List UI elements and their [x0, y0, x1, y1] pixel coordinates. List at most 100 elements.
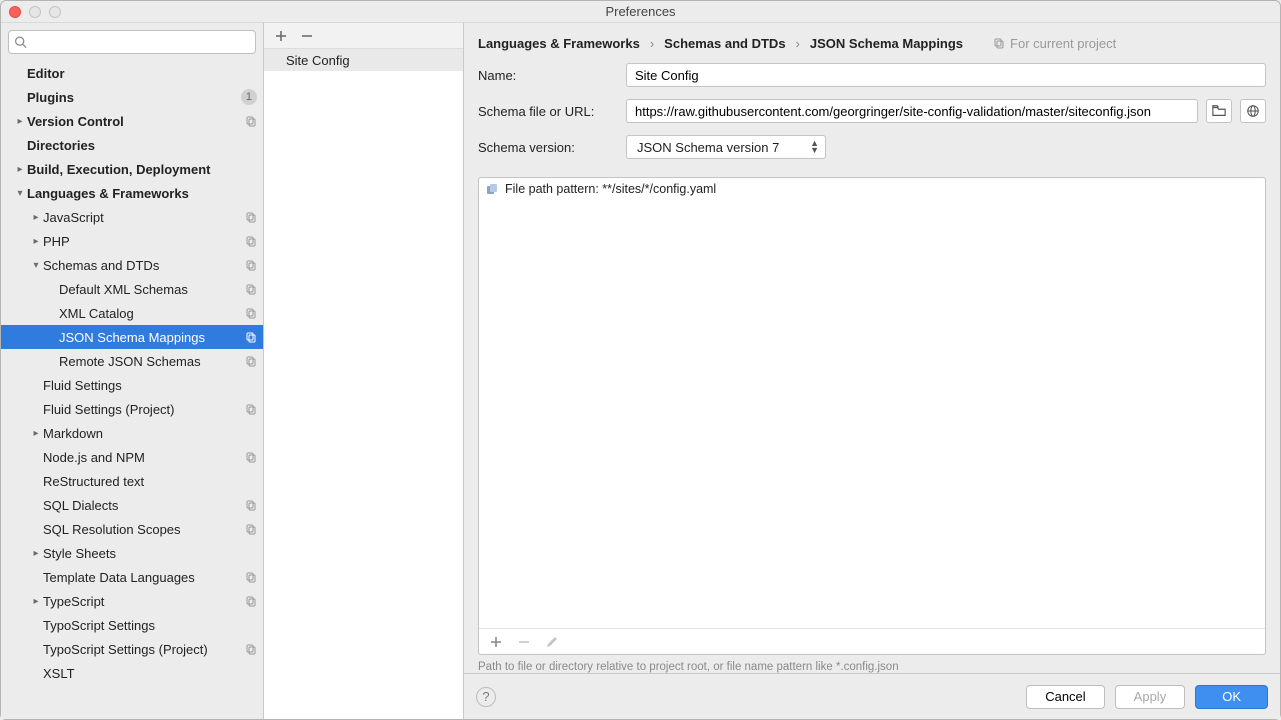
maximize-window-button[interactable]: [49, 6, 61, 18]
browse-file-button[interactable]: [1206, 99, 1232, 123]
chevron-right-icon: ▸: [13, 164, 27, 175]
chevron-down-icon: ▾: [13, 188, 27, 199]
tree-item-label: Markdown: [43, 426, 257, 441]
duplicate-icon: [245, 211, 257, 223]
tree-item-label: Fluid Settings (Project): [43, 402, 245, 417]
tree-item[interactable]: Remote JSON Schemas: [1, 349, 263, 373]
chevron-right-icon: ▸: [29, 596, 43, 607]
window-controls: [9, 6, 61, 18]
preferences-window: Preferences EditorPlugins1▸Version Contr…: [0, 0, 1281, 720]
tree-item[interactable]: XML Catalog: [1, 301, 263, 325]
schema-list-item[interactable]: Site Config: [264, 49, 463, 71]
tree-item-label: Remote JSON Schemas: [59, 354, 245, 369]
tree-item[interactable]: Template Data Languages: [1, 565, 263, 589]
file-patterns-panel: File path pattern: **/sites/*/config.yam…: [478, 177, 1266, 655]
tree-item[interactable]: ▸Style Sheets: [1, 541, 263, 565]
duplicate-icon: [245, 259, 257, 271]
details-panel: Languages & Frameworks › Schemas and DTD…: [464, 23, 1280, 719]
minimize-window-button[interactable]: [29, 6, 41, 18]
tree-item-label: SQL Dialects: [43, 498, 245, 513]
search-input[interactable]: [8, 30, 256, 54]
body: EditorPlugins1▸Version ControlDirectorie…: [1, 23, 1280, 719]
tree-item[interactable]: XSLT: [1, 661, 263, 685]
tree-item-label: Style Sheets: [43, 546, 257, 561]
tree-item-label: XSLT: [43, 666, 257, 681]
help-button[interactable]: ?: [476, 687, 496, 707]
tree-item[interactable]: ▸Version Control: [1, 109, 263, 133]
tree-item[interactable]: ▸Markdown: [1, 421, 263, 445]
breadcrumb-item[interactable]: Schemas and DTDs: [664, 36, 785, 51]
name-label: Name:: [478, 68, 618, 83]
tree-item[interactable]: Default XML Schemas: [1, 277, 263, 301]
breadcrumb-separator-icon: ›: [650, 36, 654, 51]
tree-item-label: Fluid Settings: [43, 378, 257, 393]
remove-schema-button[interactable]: [300, 29, 314, 43]
tree-item[interactable]: ▸JavaScript: [1, 205, 263, 229]
tree-item[interactable]: Fluid Settings: [1, 373, 263, 397]
tree-item-label: Default XML Schemas: [59, 282, 245, 297]
duplicate-icon: [245, 331, 257, 343]
duplicate-icon: [245, 571, 257, 583]
search-icon: [14, 36, 27, 49]
window-title: Preferences: [9, 4, 1272, 19]
tree-item-label: Build, Execution, Deployment: [27, 162, 257, 177]
tree-item[interactable]: TypoScript Settings (Project): [1, 637, 263, 661]
breadcrumb-item[interactable]: Languages & Frameworks: [478, 36, 640, 51]
download-schema-button[interactable]: [1240, 99, 1266, 123]
select-arrows-icon: ▲▼: [810, 140, 819, 154]
tree-item[interactable]: ReStructured text: [1, 469, 263, 493]
add-schema-button[interactable]: [274, 29, 288, 43]
tree-item-label: JavaScript: [43, 210, 245, 225]
duplicate-icon: [245, 283, 257, 295]
chevron-right-icon: ▸: [29, 236, 43, 247]
cancel-button[interactable]: Cancel: [1026, 685, 1104, 709]
tree-item[interactable]: ▾Schemas and DTDs: [1, 253, 263, 277]
name-input[interactable]: [626, 63, 1266, 87]
tree-item[interactable]: Fluid Settings (Project): [1, 397, 263, 421]
duplicate-icon: [245, 307, 257, 319]
chevron-right-icon: ▸: [29, 428, 43, 439]
tree-item-label: Editor: [27, 66, 257, 81]
add-pattern-button[interactable]: [489, 635, 503, 649]
tree-item[interactable]: JSON Schema Mappings: [1, 325, 263, 349]
tree-item[interactable]: ▸Build, Execution, Deployment: [1, 157, 263, 181]
duplicate-icon: [245, 595, 257, 607]
remove-pattern-button[interactable]: [517, 635, 531, 649]
ok-button[interactable]: OK: [1195, 685, 1268, 709]
tree-item-label: Schemas and DTDs: [43, 258, 245, 273]
tree-item[interactable]: ▸PHP: [1, 229, 263, 253]
tree-item-label: TypoScript Settings (Project): [43, 642, 245, 657]
tree-item[interactable]: ▸TypeScript: [1, 589, 263, 613]
close-window-button[interactable]: [9, 6, 21, 18]
edit-pattern-button[interactable]: [545, 635, 559, 649]
tree-item[interactable]: Directories: [1, 133, 263, 157]
schema-list[interactable]: Site Config: [264, 49, 463, 719]
duplicate-icon: [245, 523, 257, 535]
tree-item[interactable]: ▾Languages & Frameworks: [1, 181, 263, 205]
tree-item-label: Directories: [27, 138, 257, 153]
duplicate-icon: [245, 499, 257, 511]
apply-button[interactable]: Apply: [1115, 685, 1186, 709]
tree-item[interactable]: TypoScript Settings: [1, 613, 263, 637]
chevron-right-icon: ▸: [13, 116, 27, 127]
tree-item[interactable]: SQL Resolution Scopes: [1, 517, 263, 541]
schema-list-toolbar: [264, 23, 463, 49]
tree-item-label: Node.js and NPM: [43, 450, 245, 465]
breadcrumb-item[interactable]: JSON Schema Mappings: [810, 36, 963, 51]
tree-item[interactable]: Plugins1: [1, 85, 263, 109]
duplicate-icon: [245, 451, 257, 463]
schema-url-input[interactable]: [626, 99, 1198, 123]
schema-version-select[interactable]: JSON Schema version 7 ▲▼: [626, 135, 826, 159]
pattern-row[interactable]: File path pattern: **/sites/*/config.yam…: [479, 178, 1265, 200]
tree-item-label: Version Control: [27, 114, 245, 129]
tree-item-label: TypeScript: [43, 594, 245, 609]
tree-item-label: Languages & Frameworks: [27, 186, 257, 201]
tree-item-label: Plugins: [27, 90, 241, 105]
tree-item[interactable]: Editor: [1, 61, 263, 85]
settings-tree[interactable]: EditorPlugins1▸Version ControlDirectorie…: [1, 61, 263, 719]
duplicate-icon: [245, 115, 257, 127]
tree-item[interactable]: Node.js and NPM: [1, 445, 263, 469]
count-badge: 1: [241, 89, 257, 105]
hint-text: Path to file or directory relative to pr…: [464, 655, 1280, 673]
tree-item[interactable]: SQL Dialects: [1, 493, 263, 517]
